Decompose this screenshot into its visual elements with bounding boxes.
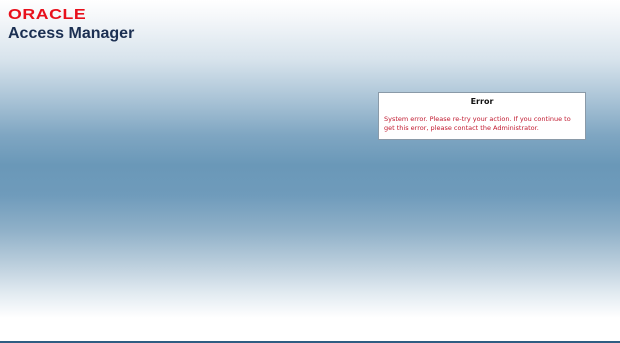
- error-panel: Error System error. Please re-try your a…: [378, 92, 586, 140]
- error-message: System error. Please re-try your action.…: [384, 115, 571, 132]
- brand-header: ORACLE Access Manager: [8, 7, 134, 43]
- error-title: Error: [470, 97, 494, 106]
- oracle-logo: ORACLE: [8, 6, 87, 23]
- product-title: Access Manager: [8, 25, 135, 42]
